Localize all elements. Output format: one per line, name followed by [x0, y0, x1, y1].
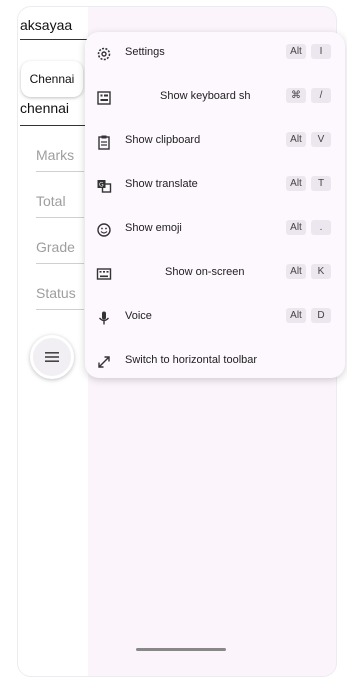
- clipboard-icon: [95, 133, 113, 151]
- shortcut-key: ⌘: [286, 88, 306, 103]
- shortcut-key: I: [311, 44, 331, 59]
- shortcut-key: Alt: [286, 308, 306, 323]
- translate-icon: G: [95, 177, 113, 195]
- shortcut-key: Alt: [286, 132, 306, 147]
- grade-field[interactable]: Grade: [36, 239, 84, 264]
- menu-item-label: Switch to horizontal toolbar: [125, 354, 258, 366]
- menu-item-translate[interactable]: G Show translate Alt T: [85, 164, 345, 208]
- total-field[interactable]: Total: [36, 193, 84, 218]
- toolbar-menu: Settings Alt I Show keyboard sh ⌘ / Show…: [85, 32, 345, 378]
- shortcut: Alt V: [286, 132, 331, 147]
- shortcut-key: T: [311, 176, 331, 191]
- svg-text:G: G: [99, 182, 104, 189]
- menu-item-horizontal-toolbar[interactable]: Switch to horizontal toolbar: [85, 340, 345, 384]
- microphone-icon: [95, 309, 113, 327]
- menu-item-label: Show on-screen: [165, 266, 245, 278]
- menu-item-clipboard[interactable]: Show clipboard Alt V: [85, 120, 345, 164]
- menu-item-emoji[interactable]: Show emoji Alt .: [85, 208, 345, 252]
- shortcut: ⌘ /: [286, 88, 331, 103]
- menu-item-label: Voice: [125, 310, 152, 322]
- expand-arrow-icon: [95, 353, 113, 371]
- menu-item-settings[interactable]: Settings Alt I: [85, 32, 345, 76]
- menu-item-label: Show clipboard: [125, 134, 201, 146]
- menu-icon: [45, 352, 59, 362]
- menu-item-label: Show translate: [125, 178, 198, 190]
- keyboard-icon: [95, 265, 113, 283]
- shortcut: Alt I: [286, 44, 331, 59]
- shortcut-key: .: [311, 220, 331, 235]
- shortcut-key: Alt: [286, 176, 306, 191]
- shortcut-key: Alt: [286, 44, 306, 59]
- gear-icon: [95, 45, 113, 63]
- menu-item-voice[interactable]: Voice Alt D: [85, 296, 345, 340]
- status-field[interactable]: Status: [36, 285, 84, 310]
- shortcut-key: D: [311, 308, 331, 323]
- shortcut: Alt .: [286, 220, 331, 235]
- shortcut-key: Alt: [286, 264, 306, 279]
- keyboard-shortcuts-icon: [95, 89, 113, 107]
- marks-field[interactable]: Marks: [36, 147, 84, 172]
- city-chip[interactable]: Chennai: [21, 61, 83, 97]
- menu-toggle-button[interactable]: [30, 335, 74, 379]
- shortcut-key: /: [311, 88, 331, 103]
- menu-item-label: Show emoji: [125, 222, 182, 234]
- city-input[interactable]: chennai: [20, 100, 86, 126]
- shortcut-key: Alt: [286, 220, 306, 235]
- shortcut: Alt T: [286, 176, 331, 191]
- shortcut: Alt D: [286, 308, 331, 323]
- menu-item-keyboard-shortcuts[interactable]: Show keyboard sh ⌘ /: [85, 76, 345, 120]
- menu-item-label: Show keyboard sh: [160, 90, 251, 102]
- menu-item-on-screen-keyboard[interactable]: Show on-screen Alt K: [85, 252, 345, 296]
- menu-item-label: Settings: [125, 46, 165, 58]
- shortcut: Alt K: [286, 264, 331, 279]
- emoji-icon: [95, 221, 113, 239]
- home-indicator[interactable]: [136, 648, 226, 651]
- shortcut-key: V: [311, 132, 331, 147]
- shortcut-key: K: [311, 264, 331, 279]
